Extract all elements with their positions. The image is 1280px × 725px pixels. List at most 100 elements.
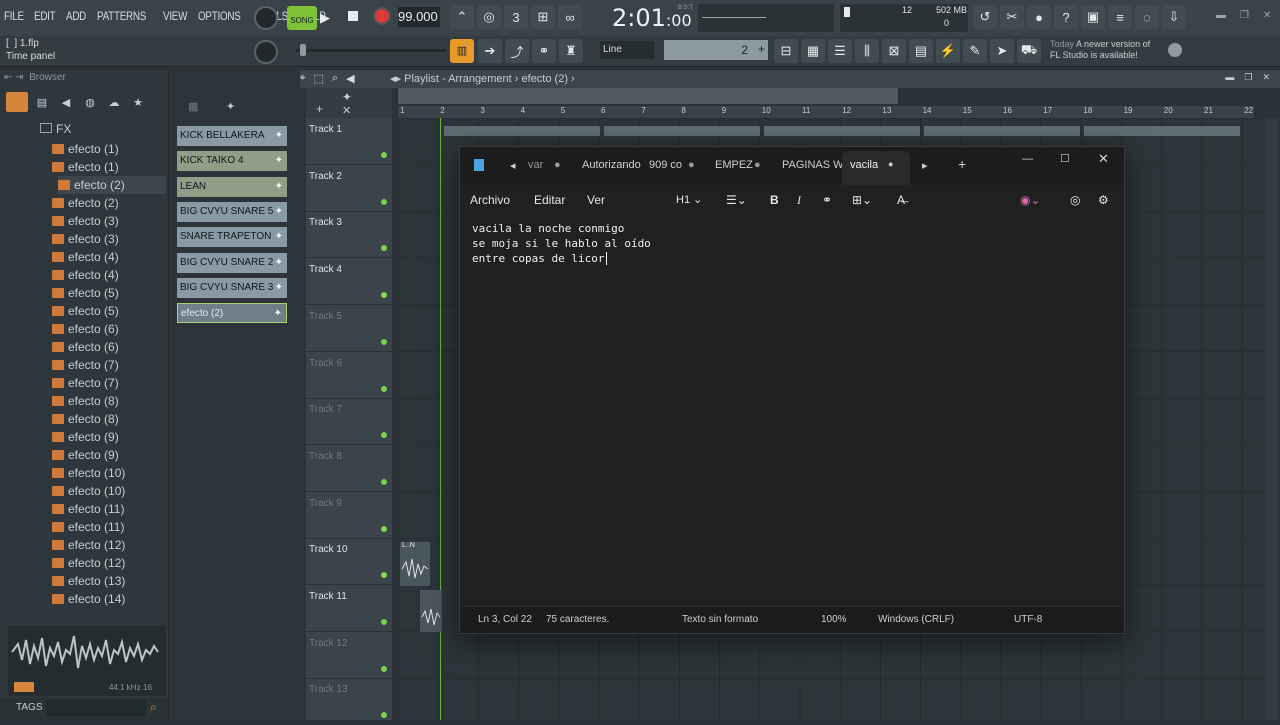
select-icon[interactable]: ⬚ — [314, 72, 324, 85]
browser-folder[interactable]: FX — [40, 122, 71, 136]
copilot-icon[interactable]: ◉⌄ — [1020, 193, 1041, 207]
tab-dot-icon[interactable]: ● — [554, 159, 561, 171]
tab-dot-icon[interactable]: ● — [754, 159, 761, 171]
play-preview-icon[interactable] — [14, 682, 34, 692]
track-mute-led-icon[interactable] — [381, 152, 387, 158]
menu-file[interactable]: FILE — [4, 9, 24, 23]
add-pattern-icon[interactable]: + — [758, 42, 765, 56]
status-zoom[interactable]: 100% — [821, 614, 847, 625]
track-mute-led-icon[interactable] — [381, 385, 387, 392]
browser-item[interactable]: efecto (10) — [52, 464, 166, 482]
track-header[interactable]: Track 4 — [306, 258, 392, 306]
files-icon[interactable]: ▤ — [32, 96, 52, 109]
browser-item[interactable]: efecto (3) — [52, 230, 166, 248]
track-header[interactable]: Track 13 — [306, 678, 392, 725]
tab-dot-icon[interactable]: ● — [688, 159, 695, 171]
track-mute-led-icon[interactable] — [381, 432, 387, 439]
curve-icon[interactable]: ⤴ — [505, 39, 529, 63]
plug-icon[interactable]: ⚡ — [936, 39, 960, 63]
status-line-ending[interactable]: Windows (CRLF) — [878, 614, 954, 625]
channel-item[interactable]: KICK BELLAKERA ✦ — [177, 126, 287, 146]
stop-icon[interactable] — [348, 11, 358, 21]
all-files-icon[interactable] — [6, 92, 28, 112]
browser-item[interactable]: efecto (2) — [58, 176, 166, 194]
channel-item[interactable]: BIG CVYU SNARE 5 ✦ — [177, 201, 287, 222]
browser-item[interactable]: efecto (4) — [52, 266, 166, 284]
italic-icon[interactable]: I — [797, 193, 801, 208]
channel-item[interactable]: LEAN ✦ — [177, 176, 287, 197]
browser-item[interactable]: efecto (5) — [52, 284, 166, 302]
browser-item[interactable]: efecto (3) — [52, 212, 166, 230]
position-slider[interactable] — [296, 44, 446, 56]
speaker-icon[interactable]: ◀ — [56, 96, 76, 109]
slice-icon[interactable]: ⌖ — [299, 72, 305, 85]
browser-item[interactable]: efecto (8) — [52, 392, 166, 410]
browser-item[interactable]: efecto (13) — [52, 572, 166, 590]
close-icon[interactable]: ✕ — [1098, 151, 1109, 167]
track-header[interactable]: Track 7 — [306, 398, 392, 446]
help-icon[interactable]: ? — [1054, 5, 1078, 29]
link-icon[interactable]: ⚭ — [532, 39, 556, 63]
track-mute-led-icon[interactable] — [381, 525, 387, 532]
app-close-icon[interactable]: ✕ — [1263, 10, 1271, 21]
browser-item[interactable]: efecto (8) — [52, 410, 166, 428]
audio-clip[interactable]: L..N — [400, 542, 430, 586]
add-track-icon[interactable]: + — [316, 102, 323, 116]
track-mute-led-icon[interactable] — [381, 245, 387, 252]
browser-item[interactable]: efecto (10) — [52, 482, 166, 500]
notepad-text-area[interactable]: vacila la noche conmigo se moja si le ha… — [472, 221, 651, 266]
menu-edit[interactable]: EDIT — [34, 9, 56, 23]
song-mode-toggle[interactable]: SONG — [287, 6, 317, 30]
track-mute-led-icon[interactable] — [381, 292, 387, 299]
channel-item[interactable]: BIG CVYU SNARE 2 ✦ — [177, 252, 287, 273]
channel-sparkle-icon[interactable]: ✦ — [275, 126, 283, 146]
cloud-icon[interactable]: ☁ — [104, 96, 124, 109]
tab-unsaved-icon[interactable]: ● — [888, 159, 893, 169]
maximize-icon[interactable]: ☐ — [1060, 152, 1070, 165]
pattern-clip[interactable] — [604, 126, 760, 136]
document-icon[interactable]: ▤ — [909, 39, 933, 63]
track-header[interactable]: Track 8 — [306, 445, 392, 492]
link-icon[interactable]: ⚭ — [822, 193, 832, 207]
channel-sparkle-icon[interactable]: ✦ — [275, 151, 283, 171]
cart-icon[interactable]: ⛟ — [1017, 39, 1041, 63]
browser-item[interactable]: efecto (5) — [52, 302, 166, 320]
track-mute-led-icon[interactable] — [381, 338, 387, 345]
search-icon[interactable]: ⌕ — [150, 700, 157, 715]
channel-sparkle-icon[interactable]: ✦ — [275, 202, 283, 222]
wait-input-icon[interactable]: ◎ — [477, 5, 501, 29]
close-track-icon[interactable]: ✕ — [342, 104, 351, 117]
status-encoding[interactable]: UTF-8 — [1014, 614, 1042, 625]
new-tab-icon[interactable]: + — [958, 156, 966, 172]
track-header[interactable]: Track 5 — [306, 305, 392, 352]
tags-search-input[interactable] — [46, 700, 146, 716]
track-header[interactable]: Track 11 — [306, 585, 392, 632]
record-icon[interactable] — [373, 7, 391, 25]
plugin-icon[interactable]: ⊠ — [882, 39, 906, 63]
mixer-view-icon[interactable]: ⫼ — [855, 39, 879, 63]
status-format[interactable]: Texto sin formato — [682, 614, 758, 625]
bold-icon[interactable]: B — [770, 193, 779, 207]
track-mute-led-icon[interactable] — [381, 572, 387, 579]
browser-item[interactable]: efecto (6) — [52, 320, 166, 338]
track-mute-led-icon[interactable] — [381, 198, 387, 205]
list-icon[interactable]: ☰⌄ — [726, 193, 747, 207]
loop-record-icon[interactable]: ∞ — [558, 5, 582, 29]
vertical-scrollbar[interactable] — [1266, 118, 1278, 720]
piano-roll-icon[interactable]: ▦ — [801, 39, 825, 63]
channel-item[interactable]: BIG CVYU SNARE 3 ✦ — [177, 277, 287, 298]
track-header[interactable]: Track 12 — [306, 632, 392, 679]
app-minimize-icon[interactable]: ▬ — [1216, 10, 1226, 21]
tab-paginas[interactable]: PAGINAS WE — [782, 159, 851, 171]
track-header[interactable]: Track 3 — [306, 211, 392, 259]
pattern-selector[interactable]: 2 + — [664, 40, 768, 60]
playlist-icon[interactable]: ▥ — [450, 39, 474, 63]
tab-empez[interactable]: EMPEZ — [715, 159, 753, 171]
tab-909[interactable]: 909 co — [649, 159, 682, 171]
menu-editar[interactable]: Editar — [534, 193, 565, 207]
heading-select[interactable]: H1 ⌄ — [676, 193, 702, 206]
cut-icon[interactable]: ✂ — [1000, 5, 1024, 29]
browser-item[interactable]: efecto (1) — [52, 140, 166, 158]
horizontal-scrollbar[interactable] — [398, 88, 898, 104]
track-header[interactable]: Track 6 — [306, 352, 392, 399]
